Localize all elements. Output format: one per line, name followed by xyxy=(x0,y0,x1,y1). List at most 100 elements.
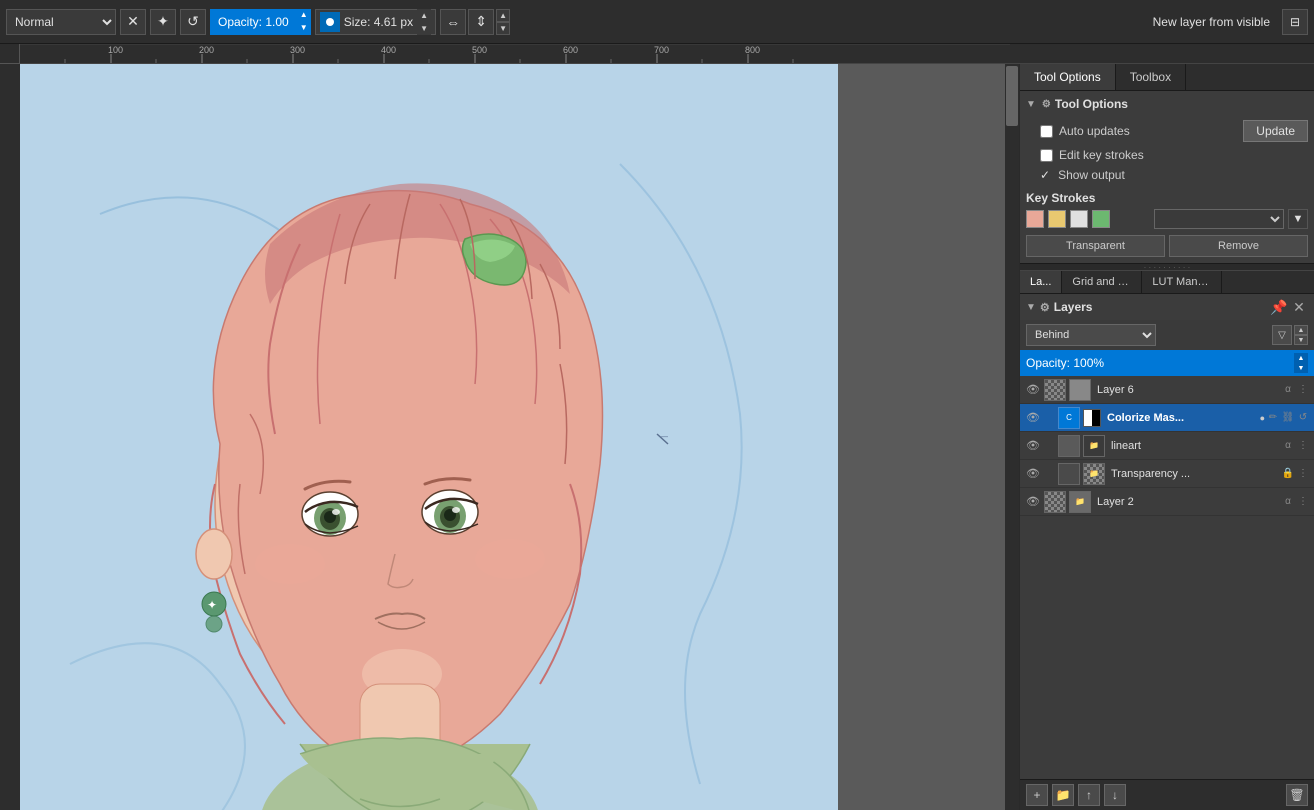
layer-refresh-icon[interactable]: ↺ xyxy=(1296,412,1310,423)
collapse-arrow[interactable]: ▼ xyxy=(1026,99,1036,110)
layers-pin-btn[interactable]: 📌 xyxy=(1270,298,1288,316)
size-up[interactable]: ▲ xyxy=(417,9,431,22)
swatch-0[interactable] xyxy=(1026,210,1044,228)
edit-key-strokes-checkbox[interactable] xyxy=(1040,149,1053,162)
swatch-3[interactable] xyxy=(1092,210,1110,228)
show-output-checkmark: ✓ xyxy=(1040,168,1050,182)
opacity-down[interactable]: ▼ xyxy=(297,22,311,35)
layers-header: ▼ ⚙ Layers 📌 ✕ xyxy=(1020,294,1314,320)
svg-text:200: 200 xyxy=(199,45,214,55)
opacity-up[interactable]: ▲ xyxy=(297,9,311,22)
blend-filter-icon[interactable]: ▽ xyxy=(1272,325,1292,345)
ruler-corner xyxy=(0,44,20,64)
layer-lock-icon-trans: 🔒 xyxy=(1281,468,1295,479)
layers-close-btn[interactable]: ✕ xyxy=(1290,298,1308,316)
svg-text:—: — xyxy=(660,432,668,441)
layer-thumb-layer2 xyxy=(1044,491,1066,513)
layer-icons-layer2: α ⋮ xyxy=(1266,496,1310,507)
layers-opacity-row: Opacity: 100% ▲ ▼ xyxy=(1020,350,1314,376)
flip-h-btn[interactable]: ⇔ xyxy=(440,9,466,35)
canvas-scrollbar-vertical[interactable] xyxy=(1005,64,1019,810)
flip-v-btn[interactable]: ⇕ xyxy=(468,9,494,35)
layer-name-layer2: Layer 2 xyxy=(1093,496,1264,508)
auto-updates-label: Auto updates xyxy=(1059,124,1130,138)
layer-eye-layer2[interactable]: 👁 xyxy=(1024,493,1042,511)
delete-layer-btn[interactable]: 🗑 xyxy=(1286,784,1308,806)
tool-extra-buttons: ⇔ ⇕ ▲ ▼ xyxy=(440,9,510,35)
svg-text:500: 500 xyxy=(472,45,487,55)
layer-item-layer6[interactable]: 👁 Layer 6 α ⋮ xyxy=(1020,376,1314,404)
layers-opacity-label: Opacity: 100% xyxy=(1026,356,1104,370)
layers-tab-grid[interactable]: Grid and Gu... xyxy=(1062,271,1142,293)
swatch-1[interactable] xyxy=(1048,210,1066,228)
new-layer-btn[interactable]: New layer from visible xyxy=(1145,15,1278,29)
tab-toolbox[interactable]: Toolbox xyxy=(1116,64,1186,90)
auto-updates-control: Auto updates xyxy=(1040,124,1130,138)
auto-updates-checkbox[interactable] xyxy=(1040,125,1053,138)
layers-tab-layers[interactable]: La... xyxy=(1020,271,1062,293)
tool-icon-refresh[interactable]: ↺ xyxy=(180,9,206,35)
size-spinner[interactable]: ▲ ▼ xyxy=(417,9,431,35)
layer-item-transparency[interactable]: 👁 📁 Transparency ... 🔒 ⋮ xyxy=(1020,460,1314,488)
layer-eye-transparency[interactable]: 👁 xyxy=(1024,465,1042,483)
swatch-menu-btn[interactable]: ▼ xyxy=(1288,209,1308,229)
layer-eye-colorize[interactable]: 👁 xyxy=(1024,409,1042,427)
layer-name-transparency: Transparency ... xyxy=(1107,468,1279,480)
layers-panel: ▼ ⚙ Layers 📌 ✕ Behind Normal Multiply ▽ xyxy=(1020,294,1314,810)
swatch-dropdown[interactable] xyxy=(1154,209,1284,229)
layer-menu-icon-layer2[interactable]: ⋮ xyxy=(1296,496,1310,507)
canvas-wrapper[interactable]: ✦ — xyxy=(20,64,1019,810)
layer-item-lineart[interactable]: 👁 📁 lineart α ⋮ xyxy=(1020,432,1314,460)
layers-panel-tabs: La... Grid and Gu... LUT Manage... xyxy=(1020,271,1314,294)
layer-alpha-icon-layer2: α xyxy=(1281,496,1295,507)
layer-eye-layer6[interactable]: 👁 xyxy=(1024,381,1042,399)
right-panel: Tool Options Toolbox ▼ ⚙ Tool Options Au… xyxy=(1019,64,1314,810)
remove-btn[interactable]: Remove xyxy=(1169,235,1308,257)
main-area: ✦ — xyxy=(0,64,1314,810)
toolbar-action-icon[interactable]: ⊟ xyxy=(1282,9,1308,35)
add-layer-btn[interactable]: + xyxy=(1026,784,1048,806)
layer-menu-icon-layer6[interactable]: ⋮ xyxy=(1296,384,1310,395)
layers-opacity-spinner[interactable]: ▲ ▼ xyxy=(1294,353,1308,373)
move-down-btn[interactable]: ↓ xyxy=(1104,784,1126,806)
layer-menu-icon-trans[interactable]: ⋮ xyxy=(1296,468,1310,479)
layer-name-layer6: Layer 6 xyxy=(1093,384,1264,396)
layer-thumb-transparency xyxy=(1058,463,1080,485)
transparent-btn[interactable]: Transparent xyxy=(1026,235,1165,257)
layer-name-lineart: lineart xyxy=(1107,440,1264,452)
layer-alpha-icon-lineart: α xyxy=(1281,440,1295,451)
tool-options-panel: ▼ ⚙ Tool Options Auto updates Update Edi… xyxy=(1020,91,1314,263)
layers-tab-lut[interactable]: LUT Manage... xyxy=(1142,271,1222,293)
swatch-2[interactable] xyxy=(1070,210,1088,228)
layer-eye-lineart[interactable]: 👁 xyxy=(1024,437,1042,455)
layers-collapse-arrow[interactable]: ▼ xyxy=(1026,302,1036,313)
blend-mode-select[interactable]: Behind Normal Multiply xyxy=(1026,324,1156,346)
layer-item-colorize[interactable]: 👁 C Colorize Mas... ● ✏ ⛓ ↺ xyxy=(1020,404,1314,432)
scrollbar-thumb[interactable] xyxy=(1006,66,1018,126)
tab-tool-options[interactable]: Tool Options xyxy=(1020,64,1116,90)
tool-mode-select[interactable]: Normal Dissolve Multiply Screen xyxy=(6,9,116,35)
panel-tabs: Tool Options Toolbox xyxy=(1020,64,1314,91)
panel-divider[interactable]: · · · · · · · · · · xyxy=(1020,263,1314,271)
tool-icon-plus[interactable]: ✦ xyxy=(150,9,176,35)
layer-folder-icon-trans: 📁 xyxy=(1089,469,1099,478)
layer-chain-icon: ⛓ xyxy=(1281,412,1295,423)
add-group-btn[interactable]: 📁 xyxy=(1052,784,1074,806)
layer-folder-icon-layer2: 📁 xyxy=(1075,497,1085,506)
svg-text:100: 100 xyxy=(108,45,123,55)
layer-icons-layer6: α ⋮ xyxy=(1266,384,1310,395)
tool-icon-erase[interactable]: ✕ xyxy=(120,9,146,35)
flip-spinner[interactable]: ▲ ▼ xyxy=(496,9,510,35)
size-down[interactable]: ▼ xyxy=(417,22,431,35)
layer-menu-icon-lineart[interactable]: ⋮ xyxy=(1296,440,1310,451)
layer-icons-transparency: 🔒 ⋮ xyxy=(1281,468,1310,479)
update-button[interactable]: Update xyxy=(1243,120,1308,142)
key-strokes-swatches-row: ▼ xyxy=(1026,209,1308,229)
layer-item-layer2[interactable]: 👁 📁 Layer 2 α ⋮ xyxy=(1020,488,1314,516)
blend-mode-row: Behind Normal Multiply ▽ ▲ ▼ xyxy=(1020,320,1314,350)
blend-spinner[interactable]: ▲ ▼ xyxy=(1294,325,1308,345)
edit-key-strokes-row: Edit key strokes xyxy=(1026,145,1308,165)
auto-updates-row: Auto updates Update xyxy=(1026,117,1308,145)
opacity-spinner[interactable]: ▲ ▼ xyxy=(297,9,311,35)
move-up-btn[interactable]: ↑ xyxy=(1078,784,1100,806)
